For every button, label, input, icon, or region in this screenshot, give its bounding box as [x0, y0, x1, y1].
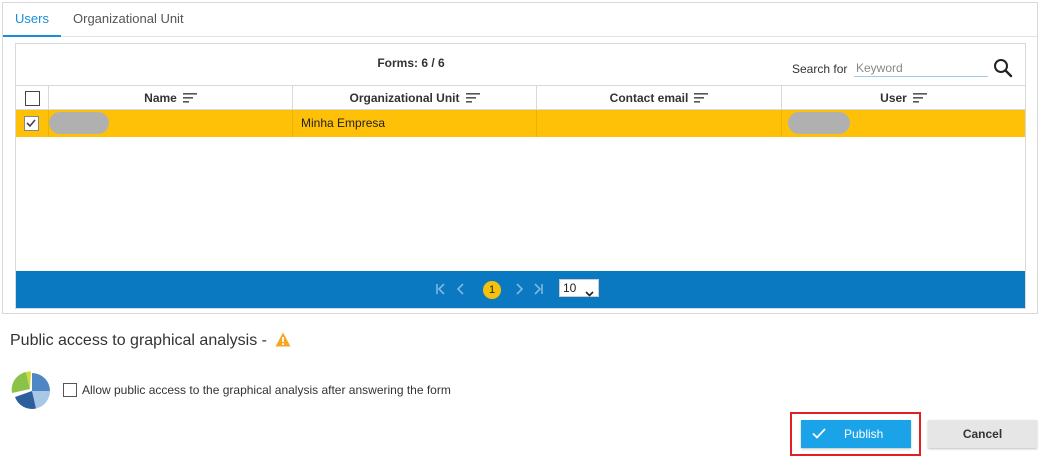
column-header-contact-email[interactable]: Contact email — [536, 86, 781, 110]
publish-button-label: Publish — [844, 427, 884, 441]
prev-page-icon[interactable] — [452, 280, 470, 298]
page-size-value: 10 — [563, 281, 577, 295]
check-icon — [812, 428, 826, 442]
chevron-down-icon — [585, 285, 594, 301]
select-all-cell — [16, 86, 48, 110]
graphical-analysis-icon — [10, 370, 54, 410]
search-icon[interactable] — [992, 57, 1014, 79]
page-current[interactable]: 1 — [483, 281, 501, 299]
tab-users[interactable]: Users — [3, 3, 61, 37]
search-label: Search for — [792, 62, 848, 76]
allow-public-access-label[interactable]: Allow public access to the graphical ana… — [82, 383, 451, 397]
cell-contact-email — [536, 110, 781, 137]
public-access-heading: Public access to graphical analysis - — [10, 332, 291, 352]
pagination-bar: 1 10 — [16, 271, 1025, 308]
cell-user — [781, 110, 1025, 137]
first-page-icon[interactable] — [432, 280, 450, 298]
row-select-cell — [16, 110, 48, 137]
sort-icon[interactable] — [465, 87, 480, 111]
column-header-label: User — [880, 91, 907, 105]
publish-button[interactable]: Publish — [801, 420, 911, 448]
redacted-user — [788, 112, 850, 134]
cancel-button[interactable]: Cancel — [928, 420, 1037, 448]
cell-organizational-unit: Minha Empresa — [292, 110, 536, 137]
redacted-name — [49, 112, 109, 134]
last-page-icon[interactable] — [529, 280, 547, 298]
table-header: Name Organizational Unit Contact email U… — [16, 85, 1025, 110]
forms-count: Forms: 6 / 6 — [377, 56, 445, 70]
next-page-icon[interactable] — [510, 280, 528, 298]
warning-icon — [275, 332, 291, 352]
column-header-label: Name — [144, 91, 177, 105]
tab-bar: Users Organizational Unit — [3, 3, 1037, 37]
column-header-label: Organizational Unit — [349, 91, 460, 105]
public-access-title: Public access to graphical analysis - — [10, 332, 268, 349]
search-input[interactable] — [854, 59, 988, 77]
column-header-organizational-unit[interactable]: Organizational Unit — [292, 86, 536, 110]
page-size-select[interactable]: 10 — [559, 279, 599, 297]
row-checkbox[interactable] — [24, 116, 39, 131]
column-header-label: Contact email — [609, 91, 689, 105]
cell-name — [48, 110, 292, 137]
sort-icon[interactable] — [694, 87, 709, 111]
users-grid: Forms: 6 / 6 Search for Name Organizatio… — [15, 43, 1026, 309]
allow-public-access-checkbox[interactable] — [63, 383, 77, 397]
sort-icon[interactable] — [912, 87, 927, 111]
sort-icon[interactable] — [182, 87, 197, 111]
tab-organizational-unit[interactable]: Organizational Unit — [61, 3, 196, 37]
select-all-checkbox[interactable] — [25, 91, 40, 106]
column-header-user[interactable]: User — [781, 86, 1025, 110]
publish-panel: Users Organizational Unit Forms: 6 / 6 S… — [2, 2, 1038, 314]
column-header-name[interactable]: Name — [48, 86, 292, 110]
table-row[interactable]: Minha Empresa — [16, 110, 1025, 137]
